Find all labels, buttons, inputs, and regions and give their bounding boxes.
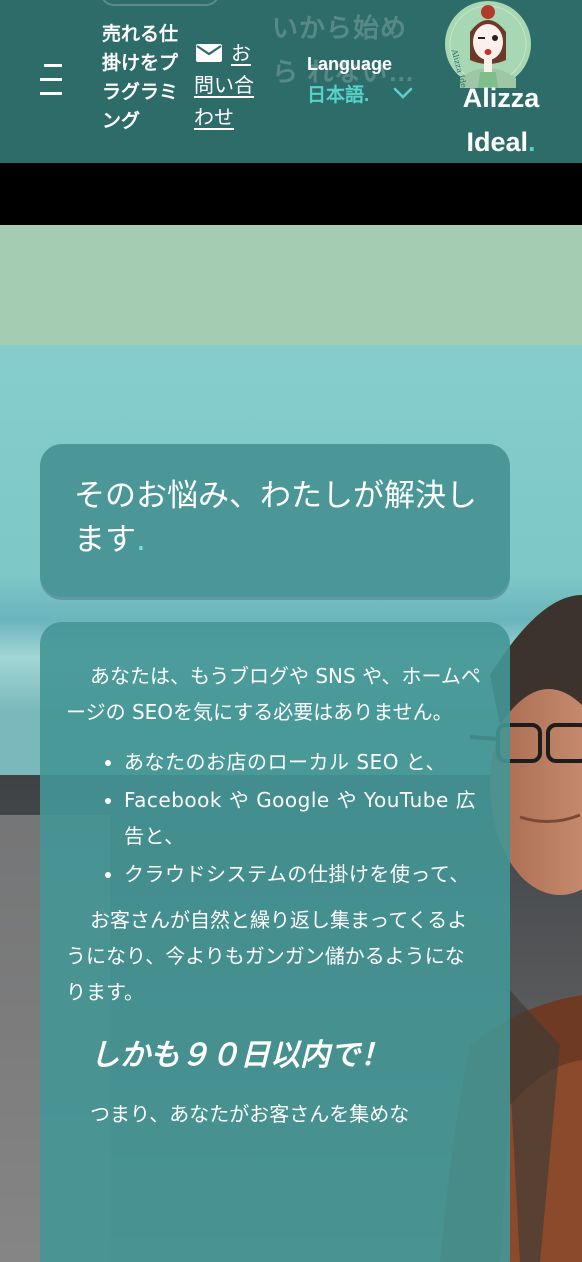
hero-body-card: あなたは、もうブログや SNS や、ホームページの SEOを気にする必要はありま… xyxy=(40,622,510,1262)
site-tagline: 売れる仕掛けをプラグラミング xyxy=(102,24,179,132)
brand-name[interactable]: Alizza Ideal. xyxy=(446,76,556,163)
chevron-down-icon xyxy=(393,87,413,99)
hero-title-dot: . xyxy=(136,522,146,558)
language-select[interactable]: 日本語. xyxy=(307,82,417,110)
mail-icon xyxy=(196,44,222,62)
menu-icon[interactable] xyxy=(40,60,64,100)
language-switcher: Language 日本語. xyxy=(307,52,427,106)
contact-link[interactable]: お問い合わせ xyxy=(194,38,264,134)
benefit-list: あなたのお店のローカル SEO と、 Facebook や Google や Y… xyxy=(66,744,484,892)
background-decoration xyxy=(100,0,220,6)
benefit-item: あなたのお店のローカル SEO と、 xyxy=(124,744,484,780)
banner-black-bar xyxy=(0,163,582,225)
hero-title-card: そのお悩み、わたしが解決します. xyxy=(40,444,510,597)
language-label: Language xyxy=(307,54,393,74)
hero-title-text: そのお悩み、わたしが解決します xyxy=(74,478,477,558)
hero-title: そのお悩み、わたしが解決します. xyxy=(74,474,494,562)
benefit-item: Facebook や Google や YouTube 広告と、 xyxy=(124,782,484,854)
language-dot: . xyxy=(364,85,370,106)
continuation-paragraph: つまり、あなたがお客さんを集めな xyxy=(90,1102,410,1126)
language-value: 日本語 xyxy=(307,85,365,106)
logo-avatar[interactable]: Alizza Ideal xyxy=(440,0,536,88)
brand-dot: . xyxy=(528,127,536,157)
result-paragraph: お客さんが自然と繰り返し集まってくるようになり、今よりもガンガン儲かるようになり… xyxy=(66,908,468,1004)
site-header: いから始めら れない… 売れる仕掛けをプラグラミング お問い合わせ Langua… xyxy=(0,0,582,163)
intro-paragraph: あなたは、もうブログや SNS や、ホームページの SEOを気にする必要はありま… xyxy=(66,664,481,724)
emphasis-heading: しかも９０日以内で！ xyxy=(90,1038,390,1073)
benefit-item: クラウドシステムの仕掛けを使って、 xyxy=(124,856,484,892)
background-ghost-text: いから始めら れない… xyxy=(272,13,416,87)
banner-mint-strip xyxy=(0,225,582,345)
